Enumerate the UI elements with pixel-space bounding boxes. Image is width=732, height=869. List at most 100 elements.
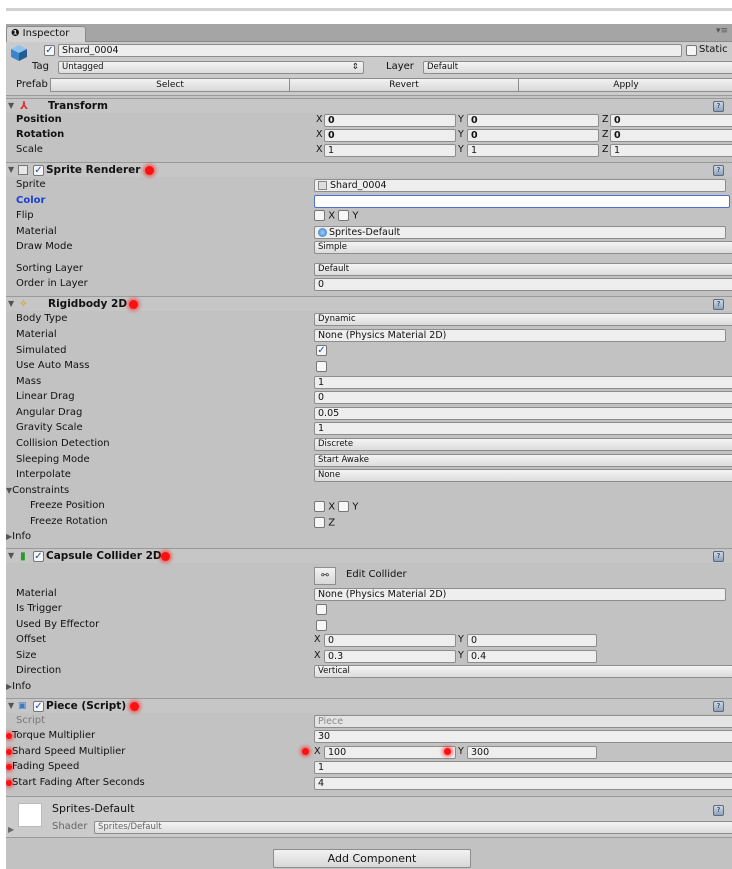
piece-script-header[interactable]: ▼ ▣ ✓ Piece (Script) ? [6,698,732,713]
fold-arrow-icon[interactable]: ▼ [8,699,14,713]
freeze-pos-x-label: X [328,501,336,513]
tab-menu-icon[interactable]: ▾≡ [716,26,728,36]
help-icon[interactable]: ? [713,299,724,310]
shard-speed-y-field[interactable]: 300 [467,746,597,759]
static-checkbox[interactable] [686,45,697,56]
material-sphere-icon [318,228,327,237]
flip-y-label: Y [352,210,359,222]
help-icon[interactable]: ? [713,701,724,712]
material-preview-thumb [18,803,42,827]
annotation-dot [129,300,138,309]
sprite-field[interactable]: Shard_0004 [314,179,726,192]
rotation-y-field[interactable]: 0 [467,129,599,142]
material-label: Material [16,226,57,237]
flip-y-checkbox[interactable] [338,210,350,221]
position-label: Position [16,114,62,125]
flip-x-checkbox[interactable] [314,210,325,221]
transform-header[interactable]: ▼ ⅄ Transform ? [6,98,732,113]
fold-arrow-icon[interactable]: ▶ [8,825,14,834]
prefab-revert-button[interactable]: Revert [289,78,519,92]
linear-drag-field[interactable]: 0 [314,391,732,404]
fold-arrow-icon[interactable]: ▼ [8,297,14,311]
interpolate-dropdown[interactable]: None [314,469,732,482]
order-in-layer-field[interactable]: 0 [314,278,732,291]
material-field[interactable]: Sprites-Default [314,226,726,239]
size-y-field[interactable]: 0.4 [467,650,597,663]
gravity-scale-field[interactable]: 1 [314,422,732,435]
collision-detection-dropdown[interactable]: Discrete [314,438,732,451]
used-by-effector-checkbox[interactable] [316,620,327,631]
draw-mode-dropdown[interactable]: Simple [314,241,732,254]
rigidbody-header[interactable]: ▼ ✧ Rigidbody 2D ? [6,296,732,311]
tab-inspector[interactable]: ❶ Inspector [6,26,86,42]
freeze-rot-z-label: Z [328,517,336,529]
help-icon[interactable]: ? [713,101,724,112]
transform-icon: ⅄ [20,100,28,112]
auto-mass-checkbox[interactable] [316,361,327,372]
rotation-x-field[interactable]: 0 [324,129,456,142]
shard-speed-x-field[interactable]: 100 [324,746,456,759]
tag-dropdown[interactable]: Untagged ⇕ [58,61,364,74]
rb-material-field[interactable]: None (Physics Material 2D) [314,329,726,342]
info-icon: ❶ [11,28,20,39]
mass-field[interactable]: 1 [314,376,732,389]
size-x-field[interactable]: 0.3 [324,650,456,663]
fading-speed-field[interactable]: 1 [314,761,732,774]
capsule-collider-enabled-checkbox[interactable]: ✓ [33,551,44,562]
help-icon[interactable]: ? [713,551,724,562]
prefab-select-button[interactable]: Select [50,78,290,92]
script-field: Piece [314,715,732,728]
help-icon[interactable]: ? [713,805,724,816]
direction-dropdown[interactable]: Vertical [314,665,732,678]
sprite-renderer-enabled-checkbox[interactable]: ✓ [33,165,44,176]
sleeping-mode-dropdown[interactable]: Start Awake [314,454,732,467]
offset-y-field[interactable]: 0 [467,634,597,647]
freeze-pos-x-checkbox[interactable] [314,501,325,512]
simulated-checkbox[interactable]: ✓ [316,345,327,356]
rb-material-label: Material [16,329,57,340]
fold-arrow-icon[interactable]: ▼ [8,163,14,177]
scale-y-field[interactable]: 1 [467,144,599,157]
rb-info-foldout[interactable]: ▶Info [6,530,31,544]
body-type-dropdown[interactable]: Dynamic [314,313,732,326]
freeze-rot-z-checkbox[interactable] [314,517,325,528]
fold-arrow-icon[interactable]: ▼ [8,99,14,113]
help-icon[interactable]: ? [713,165,724,176]
prefab-apply-button[interactable]: Apply [518,78,732,92]
fold-arrow-icon[interactable]: ▼ [8,549,14,563]
dropdown-arrow-icon: ⇕ [351,62,359,72]
constraints-label: Constraints [12,485,70,496]
start-fading-field[interactable]: 4 [314,777,732,790]
axis-z-label: Z [602,144,609,155]
used-by-effector-label: Used By Effector [16,619,100,630]
cc-info-foldout[interactable]: ▶Info [6,680,31,694]
color-field[interactable] [314,195,730,208]
rotation-z-field[interactable]: 0 [610,129,732,142]
freeze-pos-y-checkbox[interactable] [338,501,350,512]
add-component-button[interactable]: Add Component [273,849,471,868]
constraints-foldout[interactable]: ▼Constraints [6,484,69,498]
edit-collider-button[interactable]: ⚯ [314,567,336,585]
angular-drag-field[interactable]: 0.05 [314,407,732,420]
position-z-field[interactable]: 0 [610,114,732,127]
offset-x-field[interactable]: 0 [324,634,456,647]
prefab-label: Prefab [16,79,48,90]
cc-material-field[interactable]: None (Physics Material 2D) [314,588,726,601]
layer-dropdown[interactable]: Default [423,61,732,74]
sprite-renderer-header[interactable]: ▼ ✓ Sprite Renderer ? [6,162,732,177]
shader-dropdown[interactable]: Sprites/Default [94,821,732,834]
sorting-layer-dropdown[interactable]: Default [314,263,732,276]
name-field[interactable]: Shard_0004 [58,44,682,57]
static-label: Static [699,44,728,55]
piece-enabled-checkbox[interactable]: ✓ [33,701,44,712]
capsule-collider-header[interactable]: ▼ ▮ ✓ Capsule Collider 2D ? [6,548,732,563]
torque-field[interactable]: 30 [314,730,732,743]
active-checkbox[interactable]: ✓ [44,45,55,56]
position-x-field[interactable]: 0 [324,114,456,127]
sprite-label: Sprite [16,179,46,190]
scale-x-field[interactable]: 1 [324,144,456,157]
is-trigger-checkbox[interactable] [316,604,327,615]
gameobject-cube-icon [11,45,27,61]
position-y-field[interactable]: 0 [467,114,599,127]
scale-z-field[interactable]: 1 [610,144,732,157]
